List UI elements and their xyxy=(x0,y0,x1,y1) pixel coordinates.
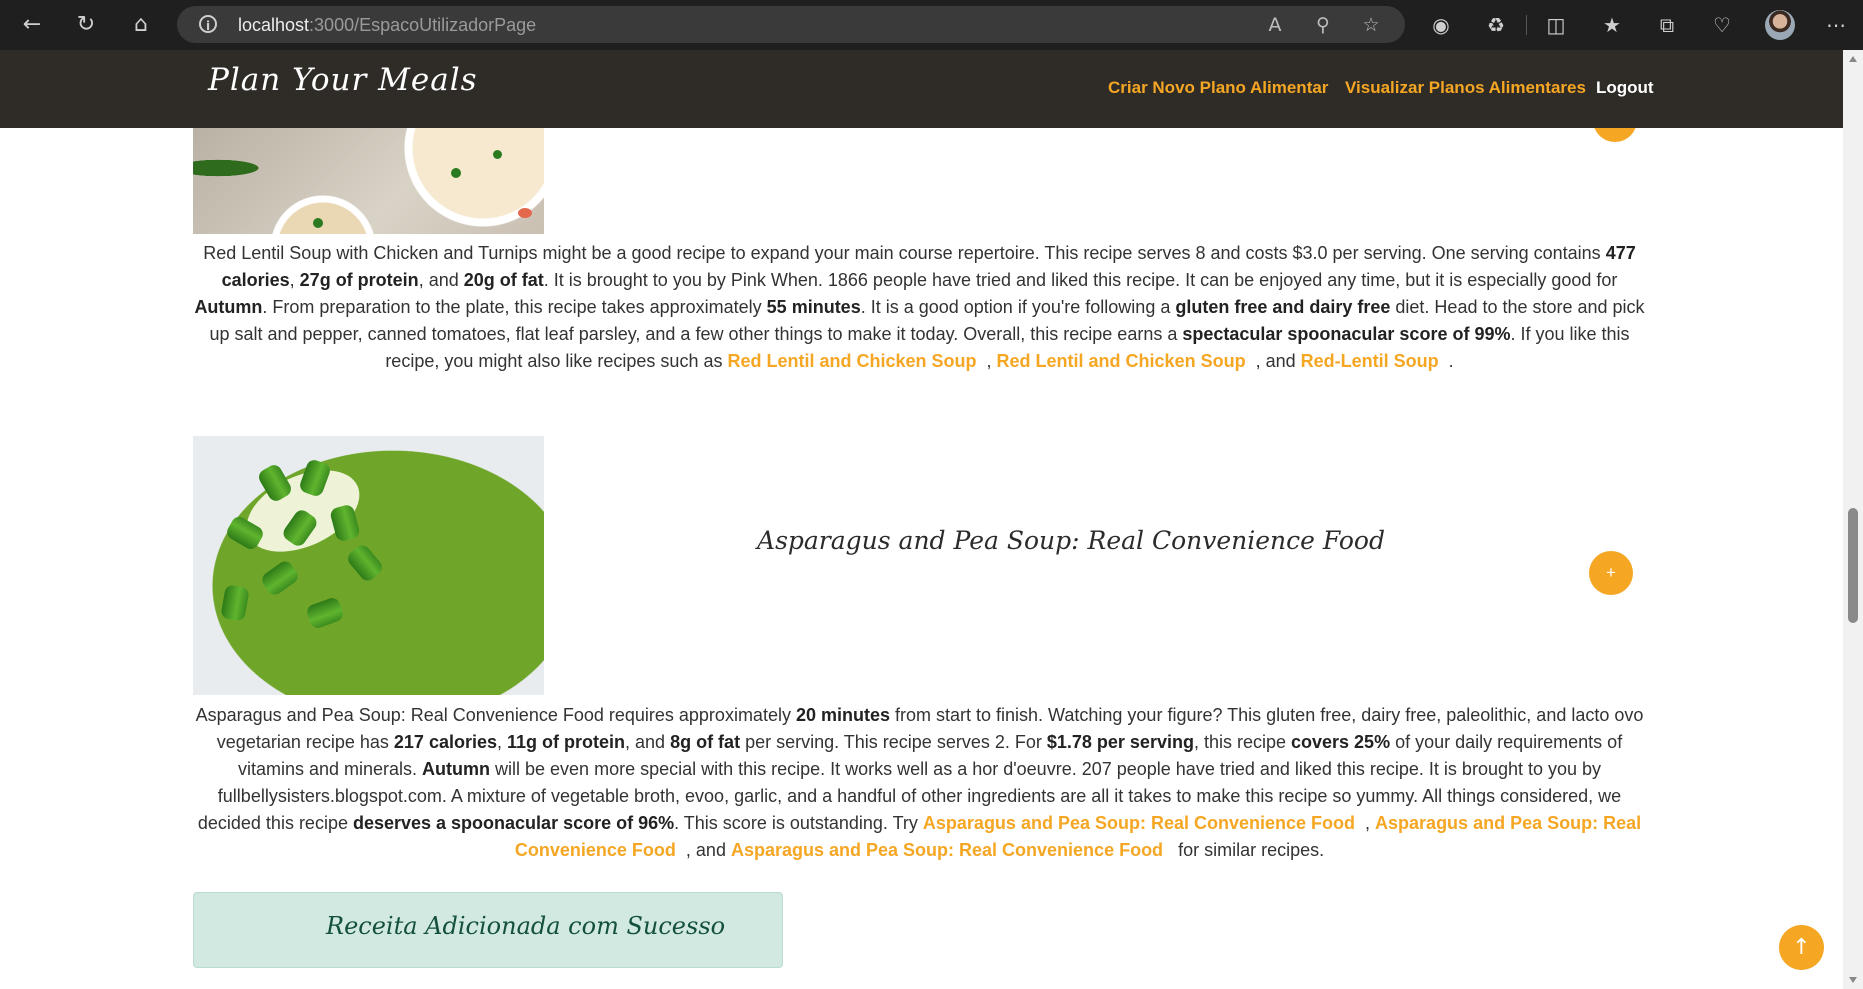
add-recipe-button[interactable]: + xyxy=(1589,551,1633,595)
nav-link-visualizar-planos[interactable]: Visualizar Planos Alimentares xyxy=(1345,78,1586,98)
add-recipe-button[interactable] xyxy=(1593,128,1637,142)
scroll-to-top-button[interactable]: ↑ xyxy=(1779,925,1824,970)
chive xyxy=(259,558,301,598)
similar-recipe-link[interactable]: Asparagus and Pea Soup: Real Convenience… xyxy=(923,813,1355,833)
brand-logo[interactable]: Plan Your Meals xyxy=(208,62,478,98)
scrollbar-thumb[interactable] xyxy=(1848,508,1858,623)
info-icon[interactable]: i xyxy=(199,15,217,33)
scroll-up-icon[interactable] xyxy=(1849,56,1857,62)
extension-icon[interactable]: ◉ xyxy=(1425,9,1457,41)
recipe-title: Asparagus and Pea Soup: Real Convenience… xyxy=(757,526,1385,555)
site-navbar: Plan Your Meals Criar Novo Plano Aliment… xyxy=(0,50,1843,128)
address-bar[interactable]: i localhost:3000/EspacoUtilizadorPage A … xyxy=(177,6,1405,43)
puzzle-icon[interactable]: ♻ xyxy=(1480,9,1512,41)
chive xyxy=(344,542,386,584)
garnish xyxy=(451,168,461,178)
star-icon[interactable]: ☆ xyxy=(1358,12,1384,38)
avatar[interactable] xyxy=(1765,10,1795,40)
recipe-description: Asparagus and Pea Soup: Real Convenience… xyxy=(195,705,1644,860)
toast-message: Receita Adicionada com Sucesso xyxy=(326,912,726,940)
scroll-down-icon[interactable] xyxy=(1849,977,1857,983)
recipe-description: Red Lentil Soup with Chicken and Turnips… xyxy=(194,243,1645,371)
zoom-out-icon[interactable]: ⚲ xyxy=(1310,12,1336,38)
success-toast[interactable]: Receita Adicionada com Sucesso xyxy=(193,892,783,968)
split-screen-icon[interactable]: ◫ xyxy=(1540,9,1572,41)
browser-essentials-icon[interactable]: ♡ xyxy=(1706,9,1738,41)
collections-icon[interactable]: ⧉ xyxy=(1651,9,1683,41)
url-path: :3000/EspacoUtilizadorPage xyxy=(309,15,537,35)
similar-recipe-link[interactable]: Red-Lentil Soup xyxy=(1301,351,1439,371)
chive xyxy=(220,584,250,622)
chive xyxy=(304,595,346,631)
garnish xyxy=(493,150,502,159)
garnish xyxy=(313,218,323,228)
scrollbar[interactable] xyxy=(1843,50,1863,989)
recipe-image xyxy=(193,436,544,695)
chive xyxy=(329,503,361,543)
similar-recipe-link[interactable]: Red Lentil and Chicken Soup xyxy=(997,351,1246,371)
refresh-icon[interactable]: ↻ xyxy=(70,9,102,41)
url-text[interactable]: localhost:3000/EspacoUtilizadorPage xyxy=(238,15,536,36)
read-aloud-icon[interactable]: A xyxy=(1262,12,1288,38)
back-arrow-icon[interactable]: ← xyxy=(16,9,48,41)
similar-recipe-link[interactable]: Red Lentil and Chicken Soup xyxy=(727,351,976,371)
page-content: Red Lentil Soup with Chicken and Turnips… xyxy=(0,128,1843,989)
home-icon[interactable]: ⌂ xyxy=(125,9,157,41)
garnish xyxy=(518,208,532,218)
favorites-icon[interactable]: ★ xyxy=(1596,9,1628,41)
browser-toolbar: ← ↻ ⌂ i localhost:3000/EspacoUtilizadorP… xyxy=(0,0,1863,50)
nav-link-logout[interactable]: Logout xyxy=(1596,78,1654,98)
toolbar-divider xyxy=(1526,15,1527,35)
nav-link-criar-plano[interactable]: Criar Novo Plano Alimentar xyxy=(1108,78,1328,98)
more-icon[interactable]: ⋯ xyxy=(1820,9,1852,41)
url-host: localhost xyxy=(238,15,310,35)
similar-recipe-link[interactable]: Asparagus and Pea Soup: Real Convenience… xyxy=(731,840,1163,860)
recipe-image xyxy=(193,128,544,234)
